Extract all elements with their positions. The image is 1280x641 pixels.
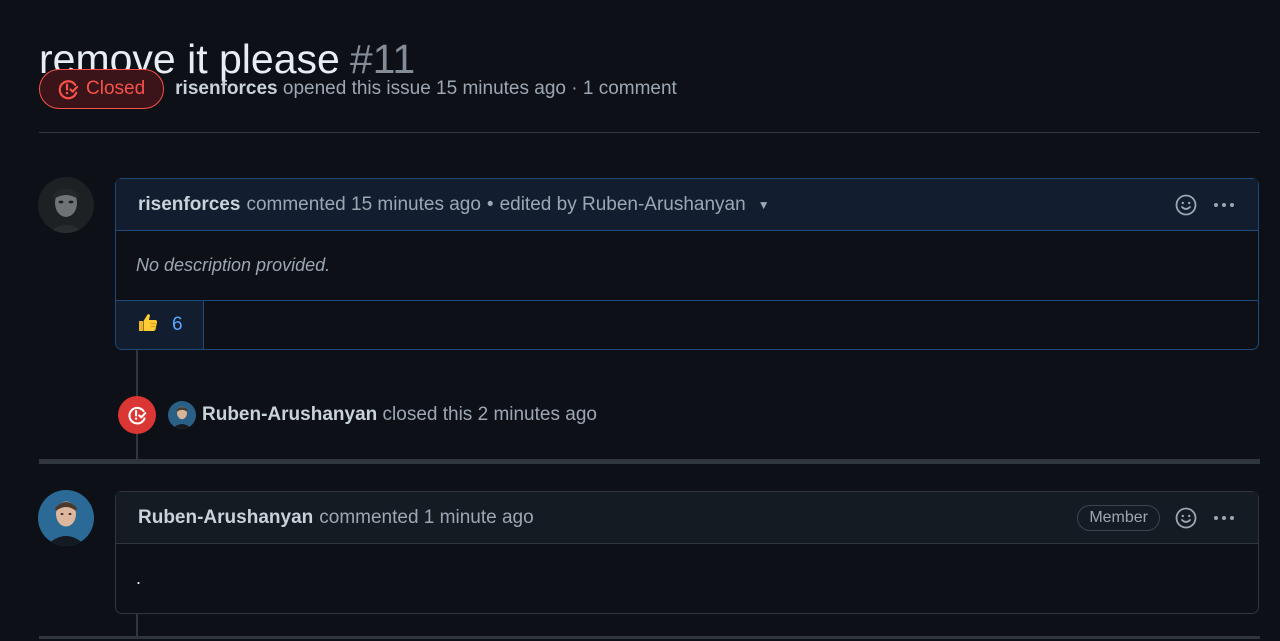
- header-divider: [39, 132, 1260, 133]
- event-text: Ruben-Arushanyan closed this 2 minutes a…: [202, 404, 597, 426]
- timeline-divider: [39, 636, 1260, 639]
- timeline-connector: [136, 614, 138, 636]
- edited-indicator[interactable]: edited by Ruben-Arushanyan: [500, 194, 746, 216]
- comment-body: .: [116, 544, 1258, 613]
- issue-meta-text: risenforces opened this issue 15 minutes…: [175, 78, 677, 100]
- avatar[interactable]: [38, 177, 94, 233]
- comment-timestamp[interactable]: commented 1 minute ago: [319, 507, 533, 529]
- issue-author-link[interactable]: risenforces: [175, 78, 277, 99]
- reaction-count: 6: [172, 314, 183, 335]
- issue-meta: Closed risenforces opened this issue 15 …: [39, 68, 677, 110]
- issue-closed-icon: [118, 396, 156, 434]
- comment-box: Ruben-Arushanyan commented 1 minute ago …: [115, 491, 1259, 614]
- timeline-event: Ruben-Arushanyan closed this 2 minutes a…: [118, 396, 597, 434]
- comment-header: risenforces commented 15 minutes ago • e…: [116, 179, 1258, 231]
- state-badge: Closed: [39, 69, 165, 109]
- thumbs-up-reaction[interactable]: 6: [116, 301, 204, 349]
- comment-box: risenforces commented 15 minutes ago • e…: [115, 178, 1259, 350]
- thumbs-up-emoji: [136, 310, 160, 340]
- event-action: closed this: [382, 404, 473, 425]
- kebab-horizontal-icon[interactable]: [1212, 506, 1236, 530]
- issue-closed-icon: [56, 77, 80, 101]
- timeline-divider: [39, 459, 1260, 464]
- comment-timestamp[interactable]: commented 15 minutes ago: [246, 194, 480, 216]
- comment-body-text: No description provided.: [136, 255, 331, 275]
- comment-header: Ruben-Arushanyan commented 1 minute ago …: [116, 492, 1258, 544]
- comment-author-link[interactable]: Ruben-Arushanyan: [138, 507, 313, 529]
- event-actor-link[interactable]: Ruben-Arushanyan: [202, 404, 377, 425]
- state-label: Closed: [86, 78, 146, 99]
- comment-body: No description provided.: [116, 231, 1258, 300]
- event-time[interactable]: 2 minutes ago: [478, 404, 597, 425]
- issue-meta-details: opened this issue 15 minutes ago · 1 com…: [282, 78, 677, 99]
- smiley-icon[interactable]: [1174, 506, 1198, 530]
- smiley-icon[interactable]: [1174, 193, 1198, 217]
- member-badge: Member: [1077, 504, 1160, 531]
- separator-dot: •: [486, 193, 494, 215]
- chevron-down-icon[interactable]: ▼: [758, 198, 770, 212]
- kebab-horizontal-icon[interactable]: [1212, 193, 1236, 217]
- reactions-bar: 6: [116, 300, 1258, 349]
- comment-author-link[interactable]: risenforces: [138, 194, 240, 216]
- avatar[interactable]: [38, 490, 94, 546]
- comment-body-text: .: [136, 568, 142, 588]
- avatar[interactable]: [168, 401, 196, 429]
